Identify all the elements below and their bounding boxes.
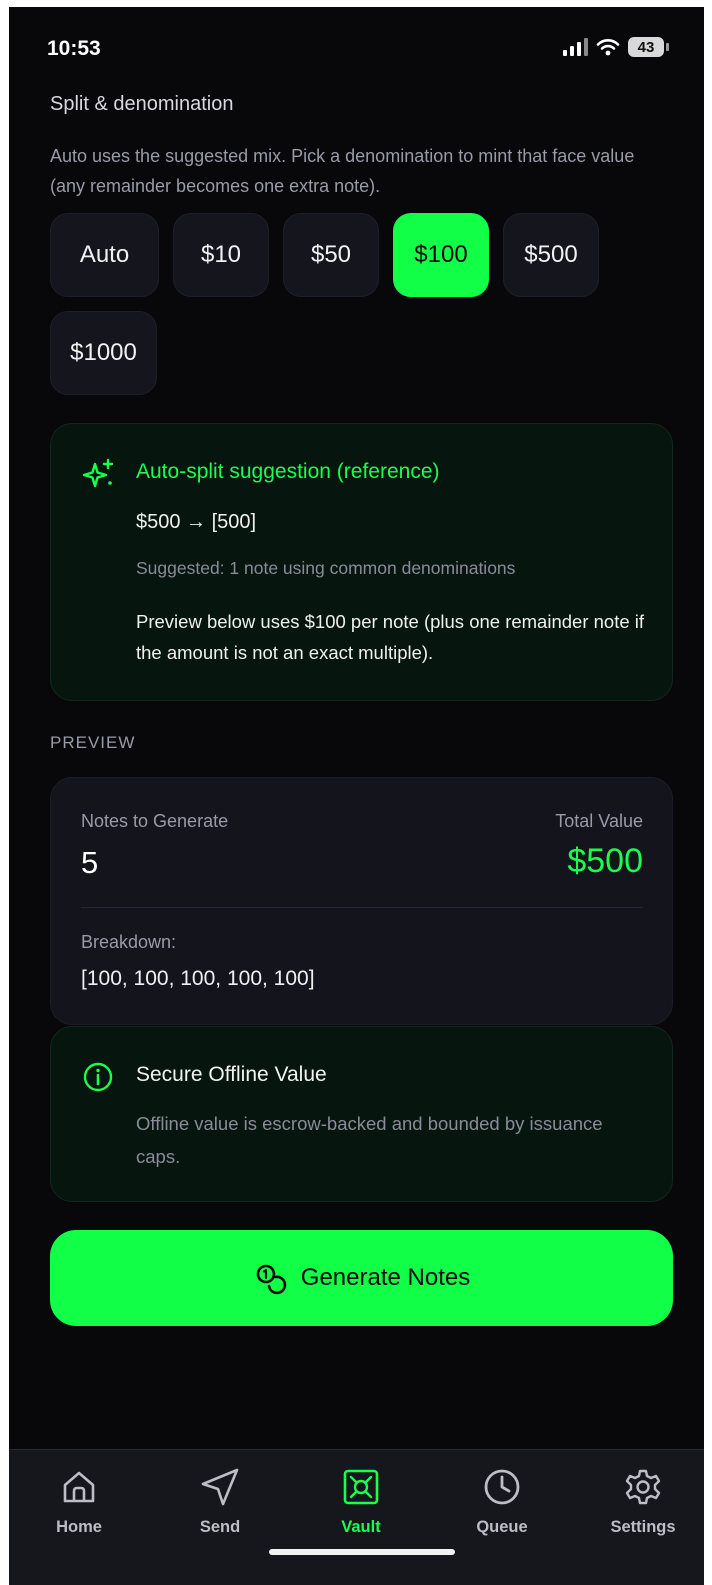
tab-settings[interactable]: Settings (588, 1466, 698, 1537)
tab-send[interactable]: Send (165, 1466, 275, 1537)
tab-vault-label: Vault (341, 1518, 381, 1536)
denomination-options: Auto $10 $50 $100 $500 $1000 (50, 213, 690, 395)
battery-icon: 43 (628, 37, 669, 57)
suggestion-formula: $500 → [500] (136, 511, 257, 533)
app-screen: 10:53 43 Split & denomination Auto uses … (9, 7, 704, 1585)
denomination-1000[interactable]: $1000 (50, 311, 157, 395)
denomination-50[interactable]: $50 (283, 213, 379, 297)
coins-icon (256, 1264, 286, 1295)
section-description: Auto uses the suggested mix. Pick a deno… (50, 146, 635, 196)
total-value-amount: $500 (567, 842, 643, 880)
gear-icon (625, 1469, 661, 1505)
total-value-label: Total Value (555, 811, 643, 831)
tab-settings-label: Settings (610, 1518, 676, 1536)
divider (81, 907, 643, 908)
send-icon (201, 1468, 239, 1506)
vault-icon (343, 1469, 379, 1505)
auto-split-suggestion-card: Auto-split suggestion (reference) $500 →… (50, 423, 673, 701)
clock-icon (484, 1469, 520, 1505)
generate-notes-label: Generate Notes (300, 1264, 471, 1291)
home-icon (63, 1471, 95, 1503)
status-time: 10:53 (47, 37, 101, 60)
status-icons: 43 (563, 37, 669, 57)
tab-queue[interactable]: Queue (447, 1466, 557, 1537)
wifi-icon (596, 39, 620, 56)
tab-home-label: Home (56, 1518, 102, 1536)
breakdown-value: [100, 100, 100, 100, 100] (81, 967, 315, 990)
tab-queue-label: Queue (476, 1518, 528, 1536)
signal-icon (563, 38, 588, 56)
suggestion-subtitle: Suggested: 1 note using common denominat… (136, 558, 516, 578)
denomination-auto[interactable]: Auto (50, 213, 159, 297)
info-icon (83, 1062, 113, 1092)
denomination-100[interactable]: $100 (393, 213, 489, 297)
breakdown-label: Breakdown: (81, 932, 177, 952)
tab-send-label: Send (199, 1518, 241, 1536)
suggestion-title: Auto-split suggestion (reference) (136, 460, 440, 483)
bottom-tab-bar: Home Send Vault Queue Settings (9, 1449, 704, 1585)
home-indicator (269, 1549, 455, 1555)
notes-to-generate-value: 5 (81, 845, 99, 880)
denomination-10[interactable]: $10 (173, 213, 269, 297)
preview-label: PREVIEW (50, 733, 136, 752)
secure-body: Offline value is escrow-backed and bound… (136, 1113, 603, 1167)
suggestion-note: Preview below uses $100 per note (plus o… (136, 611, 645, 663)
notes-to-generate-label: Notes to Generate (81, 811, 229, 831)
tab-home[interactable]: Home (24, 1466, 134, 1537)
tab-vault[interactable]: Vault (306, 1466, 416, 1537)
section-title: Split & denomination (50, 93, 234, 115)
generate-notes-button[interactable]: Generate Notes (50, 1230, 673, 1326)
denomination-500[interactable]: $500 (503, 213, 599, 297)
preview-card: Notes to Generate 5 Total Value $500 Bre… (50, 777, 673, 1025)
secure-offline-card: Secure Offline Value Offline value is es… (50, 1026, 673, 1202)
sparkles-icon (82, 458, 114, 488)
secure-title: Secure Offline Value (136, 1063, 327, 1086)
